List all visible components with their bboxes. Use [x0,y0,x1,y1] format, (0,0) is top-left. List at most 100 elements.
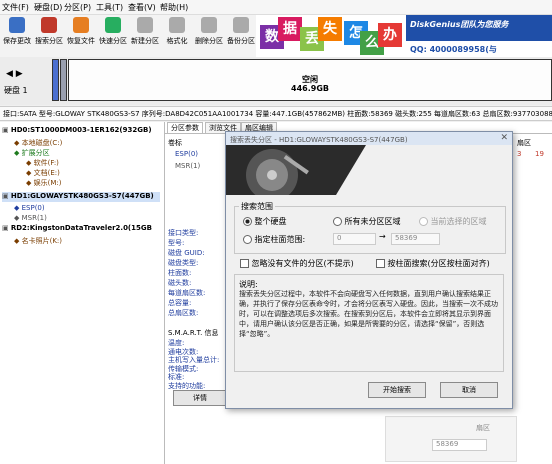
toolbar-button-1[interactable]: 搜索分区 [34,17,64,46]
format-icon [169,17,185,33]
menu-item-2[interactable]: 分区(P) [64,2,91,13]
checkbox-ignore-empty-label: 忽略没有文件的分区(不提示) [251,259,354,268]
radio-unallocated-button[interactable] [333,217,342,226]
sector-value-1: 3 [517,150,522,158]
checkbox-by-cylinder-label: 按柱面搜索(分区按柱面对齐) [387,259,490,268]
banner-char-3: 失 [318,17,342,41]
field-label: 总扇区数: [168,309,199,317]
tree-item-label: 扩展分区 [21,149,50,157]
cylinder-to-field[interactable]: 58369 [391,233,440,245]
menu-bar: 文件(F) 硬盘(D) 分区(P) 工具(T) 查看(V) 帮助(H) [0,0,552,15]
quick-partition-icon [105,17,121,33]
toolbar-button-6[interactable]: 删除分区 [194,17,224,46]
checkbox-by-cylinder[interactable]: 按柱面搜索(分区按柱面对齐) [376,258,490,269]
tree-item-2[interactable]: ◆ 扩展分区 [14,148,50,158]
list-item-msr[interactable]: MSR(1) [175,162,200,170]
tree-item-1[interactable]: ◆ 本地磁盘(C:) [14,138,62,148]
toolbar-button-3[interactable]: 快速分区 [98,17,128,46]
cylinder-from-field[interactable]: 0 [333,233,376,245]
disk-icon: ▣ [2,224,11,232]
disk-info-text: 接口:SATA 型号:GLOWAY STK480GS3-S7 序列号:DA8D4… [3,110,552,118]
disk-info-line: 接口:SATA 型号:GLOWAY STK480GS3-S7 序列号:DA8D4… [0,106,552,121]
start-search-button[interactable]: 开始搜索 [368,382,426,398]
checkbox-ignore-empty-box[interactable] [240,259,249,268]
field-label: 每道扇区数: [168,289,206,297]
radio-unallocated[interactable]: 所有未分区区域 [333,216,401,227]
new-partition-icon [137,17,153,33]
menu-item-0[interactable]: 文件(F) [2,2,29,13]
tree-item-4[interactable]: ◆ 文档(E:) [26,168,60,178]
sector-value-2: 19 [535,150,544,158]
toolbar-button-7[interactable]: 备份分区 [226,17,256,46]
tree-item-label: HD0:ST1000DM003-1ER162(932GB) [10,126,152,134]
tree-item-label: ESP(0) [21,204,45,212]
tree-item-9[interactable]: ▣ RD2:KingstonDataTraveler2.0(15GB [2,224,152,234]
tree-item-3[interactable]: ◆ 软件(F:) [26,158,59,168]
nav-arrows[interactable]: ◀ ▶ [6,69,23,79]
ad-banner[interactable]: 数据丢失怎么办 DiskGenius团队为您服务 QQ: 4000089958(… [256,15,552,57]
radio-selected-area-button[interactable] [419,217,428,226]
tree-item-7[interactable]: ◆ ESP(0) [14,204,45,214]
tree-item-label: HD1:GLOWAYSTK480GS3-S7(447GB) [10,192,154,200]
tree-item-10[interactable]: ◆ 名卡照片(K:) [14,236,62,246]
radio-whole-disk-button[interactable] [243,217,252,226]
toolbar-label-7: 备份分区 [227,37,255,45]
partition-icon: ◆ [26,159,34,167]
menu-item-4[interactable]: 查看(V) [128,2,156,13]
free-space-block[interactable]: 空闲 446.9GB [68,59,552,101]
radio-whole-disk[interactable]: 整个硬盘 [243,216,287,227]
radio-cylinder-range[interactable]: 指定柱面范围: [243,234,305,245]
cancel-button[interactable]: 取消 [440,382,498,398]
close-icon[interactable]: ✕ [500,133,508,143]
description-text: 搜索丢失分区过程中，本软件不会向硬盘写入任何数据，直到用户确认搜索结果正确，并执… [239,290,498,338]
menu-item-1[interactable]: 硬盘(D) [34,2,62,13]
toolbar-button-4[interactable]: 新建分区 [130,17,160,46]
hard-disk-icon [246,145,512,201]
checkbox-ignore-empty[interactable]: 忽略没有文件的分区(不提示) [240,258,354,269]
details-button[interactable]: 详情 [173,390,227,406]
disk-icon: ▣ [2,126,11,134]
recover-icon [73,17,89,33]
checkbox-by-cylinder-box[interactable] [376,259,385,268]
search-icon [41,17,57,33]
partition-icon: ◆ [14,237,22,245]
toolbar-button-5[interactable]: 格式化 [162,17,192,46]
tree-item-label: 文档(E:) [33,169,60,177]
partition-icon: ◆ [26,179,34,187]
partition-msr-block[interactable] [60,59,67,101]
tree-item-8[interactable]: ◆ MSR(1) [14,214,47,224]
partition-esp-block[interactable] [52,59,59,101]
dialog-titlebar[interactable]: 搜索丢失分区 - HD1:GLOWAYSTK480GS3-S7(447GB) ✕ [226,132,512,145]
sector-header: 扇区 [517,139,531,147]
field-label: 磁盘 GUID: [168,249,205,257]
toolbar-button-2[interactable]: 恢复文件 [66,17,96,46]
volume-header: 卷标 [168,139,182,147]
toolbar-button-0[interactable]: 保存更改 [2,17,32,46]
tree-item-label: 娱乐(M:) [33,179,62,187]
menu-item-5[interactable]: 帮助(H) [160,2,188,13]
search-lost-partitions-dialog: 搜索丢失分区 - HD1:GLOWAYSTK480GS3-S7(447GB) ✕… [225,131,513,409]
radio-cylinder-range-button[interactable] [243,235,252,244]
tree-item-0[interactable]: ▣ HD0:ST1000DM003-1ER162(932GB) [2,126,152,136]
list-item-esp[interactable]: ESP(0) [175,150,198,158]
banner-char-6: 办 [378,23,402,47]
bottom-cylinder-field[interactable]: 58369 [432,439,487,451]
tree-item-5[interactable]: ◆ 娱乐(M:) [26,178,61,188]
menu-item-3[interactable]: 工具(T) [96,2,123,13]
disk-partition-bar[interactable]: 空闲 446.9GB [52,59,552,101]
radio-selected-area[interactable]: 当前选择的区域 [419,216,487,227]
search-range-group: 搜索范围 整个硬盘 所有未分区区域 当前选择的区域 指定柱面范围: 0 → 58… [234,201,506,254]
bottom-label: 扇区 [476,424,490,432]
tree-item-label: 名卡照片(K:) [21,237,63,245]
field-label: 型号: [168,239,185,247]
tree-item-6[interactable]: ▣ HD1:GLOWAYSTK480GS3-S7(447GB) [2,192,160,202]
description-group: 说明: 搜索丢失分区过程中，本软件不会向硬盘写入任何数据，直到用户确认搜索结果正… [234,274,504,372]
field-label: 总容量: [168,299,192,307]
radio-unallocated-label: 所有未分区区域 [344,217,401,226]
disk-tree: ▣ HD0:ST1000DM003-1ER162(932GB) ◆ 本地磁盘(C:… [0,122,165,464]
banner-qq: QQ: 4000089958(与 [410,45,497,54]
tree-item-label: MSR(1) [21,214,47,222]
radio-whole-disk-label: 整个硬盘 [254,217,287,226]
dialog-title: 搜索丢失分区 - HD1:GLOWAYSTK480GS3-S7(447GB) [230,136,408,144]
partition-icon: ◆ [14,204,22,212]
